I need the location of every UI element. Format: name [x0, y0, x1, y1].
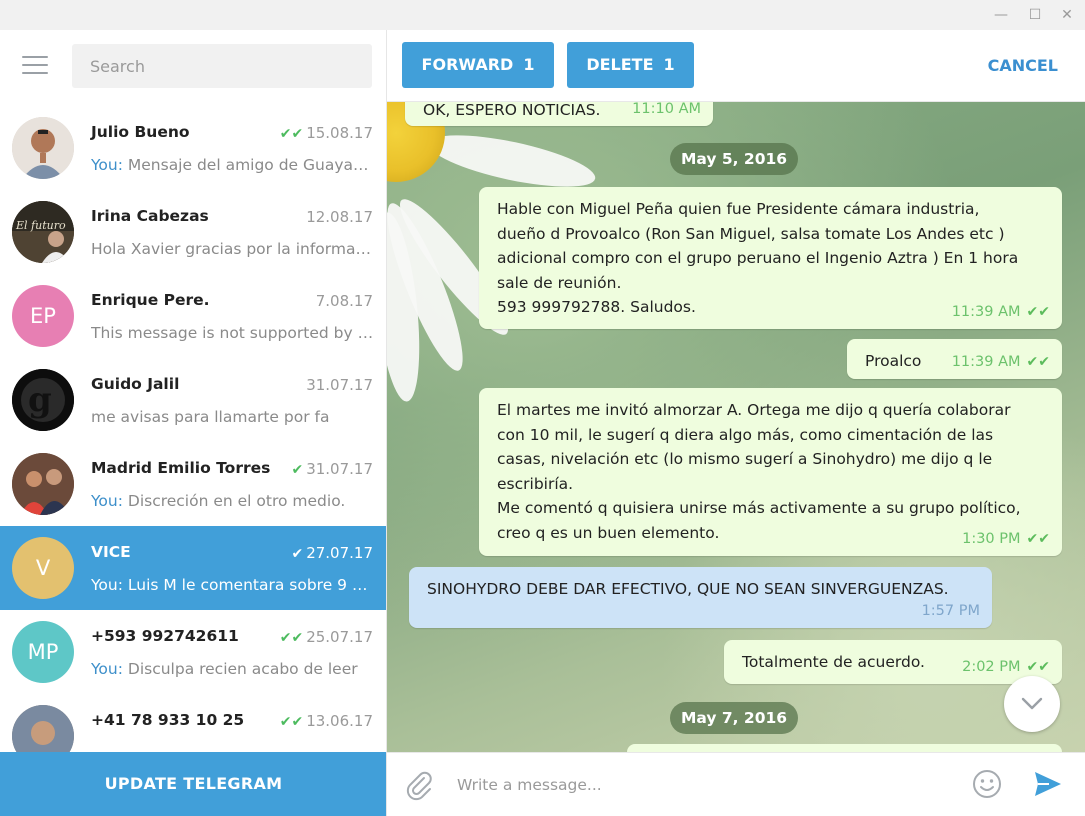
update-telegram-button[interactable]: UPDATE TELEGRAM — [0, 752, 386, 816]
chat-preview: Hola Xavier gracias por la información — [91, 240, 374, 258]
message-area[interactable]: OK, ESPERO NOTICIAS. 11:10 AM May 5, 201… — [387, 102, 1085, 752]
svg-text:El futuro: El futuro — [15, 219, 66, 232]
check-icon: ✔ — [291, 546, 304, 562]
chat-item-guido-jalil[interactable]: g Guido Jalil 31.07.17 me avisas para ll… — [0, 358, 386, 442]
chat-list: Julio Bueno ✔✔ 15.08.17 You: Mensaje del … — [0, 106, 386, 778]
chat-preview: This message is not supported by your ve… — [91, 324, 374, 342]
chat-date: ✔ 31.07.17 — [291, 460, 373, 478]
cancel-button[interactable]: CANCEL — [988, 56, 1058, 75]
message-bubble-outgoing[interactable]: Totalmente de acuerdo. 2:02 PM ✔✔ — [724, 640, 1062, 684]
chat-date: 7.08.17 — [315, 292, 373, 310]
menu-icon[interactable] — [22, 56, 48, 76]
chat-date: 31.07.17 — [306, 376, 373, 394]
selection-toolbar: FORWARD 1 DELETE 1 CANCEL — [387, 30, 1085, 102]
message-time: 11:39 AM ✔✔ — [951, 303, 1050, 320]
message-time: 11:39 AM ✔✔ — [951, 353, 1050, 370]
chat-date: ✔✔ 25.07.17 — [279, 628, 373, 646]
paperclip-icon[interactable] — [403, 769, 435, 805]
chat-preview: You: Disculpa recien acabo de leer — [91, 660, 358, 678]
double-check-icon: ✔✔ — [1026, 530, 1050, 547]
avatar: EP — [12, 285, 74, 347]
double-check-icon: ✔✔ — [1026, 353, 1050, 370]
chat-date: 12.08.17 — [306, 208, 373, 226]
chat-item-madrid-emilio-torres[interactable]: Madrid Emilio Torres ✔ 31.07.17 You: Disc… — [0, 442, 386, 526]
chat-item-enrique-pere[interactable]: EP Enrique Pere. 7.08.17 This message is… — [0, 274, 386, 358]
chat-list-panel: Julio Bueno ✔✔15.08.17 You: Mensaje del … — [0, 30, 387, 816]
avatar: V — [12, 537, 74, 599]
chat-name: Julio Bueno — [91, 123, 190, 141]
date-separator: May 5, 2016 — [670, 143, 798, 175]
avatar — [12, 117, 74, 179]
chat-item-vice[interactable]: V VICE ✔ 27.07.17 You: Luis M le comentar… — [0, 526, 386, 610]
date-separator: May 7, 2016 — [670, 702, 798, 734]
message-bubble-outgoing[interactable]: Proalco 11:39 AM ✔✔ — [847, 339, 1062, 379]
delete-button[interactable]: DELETE 1 — [567, 42, 694, 88]
message-bubble-outgoing[interactable]: El martes me invitó almorzar A. Ortega m… — [479, 388, 1062, 556]
chat-name: VICE — [91, 543, 131, 561]
chat-preview: You: Discreción en el otro medio. — [91, 492, 346, 510]
message-input[interactable] — [457, 767, 957, 803]
message-bubble-outgoing[interactable] — [627, 744, 1062, 752]
message-time: 1:30 PM ✔✔ — [962, 530, 1050, 547]
chat-name: Enrique Pere. — [91, 291, 210, 309]
check-icon: ✔ — [291, 462, 304, 478]
chat-item-593-992742611[interactable]: MP +593 992742611 ✔✔ 25.07.17 You: Discul… — [0, 610, 386, 694]
chat-item-irina-cabezas[interactable]: El futuro Irina Cabezas 12.08.17 Hola Xa… — [0, 190, 386, 274]
svg-text:g: g — [28, 380, 52, 420]
scroll-to-bottom-button[interactable] — [1004, 676, 1060, 732]
chat-name: Madrid Emilio Torres — [91, 459, 271, 477]
message-time: 2:02 PM ✔✔ — [962, 658, 1050, 675]
avatar: MP — [12, 621, 74, 683]
chat-date: ✔ 27.07.17 — [291, 544, 373, 562]
double-check-icon: ✔✔ — [279, 630, 304, 646]
chat-name: Guido Jalil — [91, 375, 180, 393]
close-button[interactable]: ✕ — [1056, 4, 1078, 26]
chat-preview: You: Luis M le comentara sobre 9 millone… — [91, 576, 374, 594]
avatar — [12, 453, 74, 515]
maximize-button[interactable]: ☐ — [1024, 4, 1046, 26]
message-bubble-outgoing[interactable]: Hable con Miguel Peña quien fue Presiden… — [479, 187, 1062, 329]
forward-button[interactable]: FORWARD 1 — [402, 42, 554, 88]
avatar: g — [12, 369, 74, 431]
chevron-down-icon — [1021, 697, 1043, 710]
chat-name: Irina Cabezas — [91, 207, 209, 225]
message-composer — [387, 752, 1085, 816]
message-bubble-outgoing[interactable]: OK, ESPERO NOTICIAS. 11:10 AM — [405, 102, 713, 126]
chat-name: +41 78 933 10 25 — [91, 711, 245, 729]
avatar: El futuro — [12, 201, 74, 263]
chat-name: +593 992742611 — [91, 627, 239, 645]
conversation-panel: FORWARD 1 DELETE 1 CANCEL OK, ESPERO NOTIC… — [387, 30, 1085, 816]
double-check-icon: ✔✔ — [1026, 658, 1050, 675]
message-bubble-incoming[interactable]: SINOHYDRO DEBE DAR EFECTIVO, QUE NO SEAN… — [409, 567, 992, 628]
double-check-icon: ✔✔ — [279, 714, 304, 730]
chat-preview: You: Mensaje del amigo de Guayaquil — [91, 156, 374, 174]
title-bar: — ☐ ✕ — [0, 0, 1085, 30]
chat-list-header — [0, 30, 386, 105]
emoji-icon[interactable] — [971, 768, 1003, 804]
chat-date: ✔✔ 15.08.17 — [279, 124, 373, 142]
message-time: 1:57 PM — [921, 602, 980, 619]
double-check-icon: ✔✔ — [279, 126, 304, 142]
send-icon[interactable] — [1033, 770, 1063, 802]
search-input[interactable] — [72, 44, 372, 88]
message-time: 11:10 AM — [632, 102, 701, 117]
chat-date: ✔✔ 13.06.17 — [279, 712, 373, 730]
chat-preview: me avisas para llamarte por fa — [91, 408, 330, 426]
chat-item-julio-bueno[interactable]: Julio Bueno ✔✔ 15.08.17 You: Mensaje del … — [0, 106, 386, 190]
minimize-button[interactable]: — — [990, 4, 1012, 26]
double-check-icon: ✔✔ — [1026, 303, 1050, 320]
